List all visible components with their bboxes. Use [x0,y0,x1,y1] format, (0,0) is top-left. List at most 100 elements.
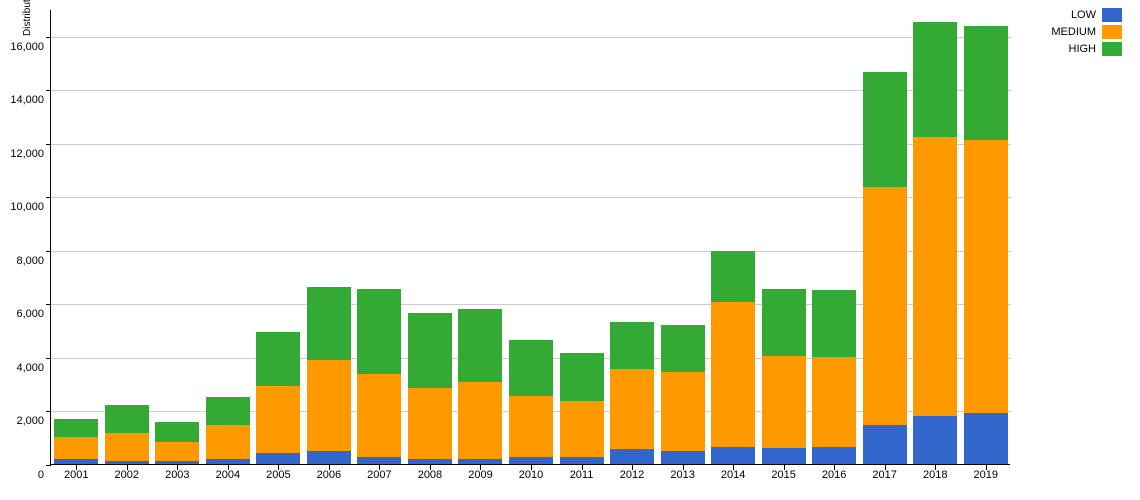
bar-segment-low[interactable] [863,425,907,464]
bar-segment-high[interactable] [408,313,452,388]
y-tick-label: 10,000 [10,201,44,213]
x-tick-label: 2017 [872,469,896,481]
y-tick-mark [46,37,51,38]
bar-segment-low[interactable] [610,449,654,464]
bar-segment-high[interactable] [964,26,1008,140]
bar-segment-high[interactable] [256,332,300,387]
bar-segment-high[interactable] [105,405,149,433]
legend-swatch [1102,8,1122,22]
bar-segment-medium[interactable] [863,187,907,425]
x-tick-label: 2012 [620,469,644,481]
y-tick-mark [46,90,51,91]
bar-segment-medium[interactable] [256,386,300,453]
bar-segment-medium[interactable] [762,356,806,448]
x-tick-label: 2015 [771,469,795,481]
bar-segment-medium[interactable] [408,388,452,459]
bar-segment-medium[interactable] [54,437,98,459]
x-tick-label: 2009 [468,469,492,481]
x-tick-label: 2019 [973,469,997,481]
bar-segment-low[interactable] [913,416,957,464]
legend-label: LOW [1071,9,1096,21]
bar-segment-medium[interactable] [610,369,654,449]
bar-segment-low[interactable] [155,461,199,464]
bar-segment-high[interactable] [812,290,856,357]
bar-segment-high[interactable] [610,322,654,369]
bar-segment-low[interactable] [458,459,502,464]
bar-segment-high[interactable] [661,325,705,372]
x-tick-label: 2018 [923,469,947,481]
y-tick-mark [46,251,51,252]
bar-segment-high[interactable] [54,419,98,438]
bar-segment-medium[interactable] [357,374,401,457]
y-tick-label: 8,000 [16,255,44,267]
legend-item-medium[interactable]: MEDIUM [1051,25,1122,39]
y-tick-label: 2,000 [16,415,44,427]
y-tick-label: 6,000 [16,308,44,320]
bar-segment-high[interactable] [913,22,957,137]
legend-label: MEDIUM [1051,26,1096,38]
x-tick-label: 2014 [721,469,745,481]
bar-segment-medium[interactable] [964,140,1008,413]
bar-segment-medium[interactable] [560,401,604,457]
legend-item-low[interactable]: LOW [1051,8,1122,22]
bar-segment-low[interactable] [560,457,604,464]
x-tick-label: 2007 [367,469,391,481]
y-tick-label: 12,000 [10,148,44,160]
x-tick-label: 2002 [115,469,139,481]
bar-segment-high[interactable] [155,422,199,442]
grid-line [51,37,1011,38]
bar-segment-low[interactable] [661,451,705,464]
bar-segment-medium[interactable] [661,372,705,451]
y-tick-mark [46,358,51,359]
x-tick-label: 2001 [64,469,88,481]
bar-segment-medium[interactable] [105,433,149,461]
bar-segment-low[interactable] [54,459,98,464]
bar-segment-high[interactable] [762,289,806,356]
y-tick-label: 4,000 [16,362,44,374]
bar-segment-low[interactable] [357,457,401,464]
bar-segment-low[interactable] [307,451,351,464]
legend-item-high[interactable]: HIGH [1051,42,1122,56]
bar-segment-medium[interactable] [509,396,553,458]
y-tick-label: 0 [38,469,44,481]
y-tick-mark [46,144,51,145]
bar-segment-medium[interactable] [458,382,502,458]
bar-segment-medium[interactable] [307,360,351,451]
bar-segment-low[interactable] [256,453,300,464]
bar-segment-high[interactable] [357,289,401,375]
bar-segment-high[interactable] [206,397,250,425]
bar-segment-medium[interactable] [206,425,250,458]
legend-swatch [1102,25,1122,39]
bar-segment-high[interactable] [307,287,351,359]
bar-segment-medium[interactable] [155,442,199,461]
x-tick-label: 2003 [165,469,189,481]
bar-segment-low[interactable] [964,413,1008,464]
legend-swatch [1102,42,1122,56]
bar-segment-low[interactable] [509,457,553,464]
bar-segment-high[interactable] [509,340,553,396]
x-tick-label: 2016 [822,469,846,481]
x-tick-label: 2010 [519,469,543,481]
bar-segment-low[interactable] [762,448,806,464]
bar-segment-high[interactable] [711,251,755,302]
x-tick-label: 2013 [670,469,694,481]
bar-segment-medium[interactable] [913,137,957,415]
legend-label: HIGH [1069,43,1097,55]
bar-segment-medium[interactable] [711,302,755,447]
bar-segment-high[interactable] [863,72,907,187]
bar-segment-low[interactable] [408,459,452,464]
legend: LOW MEDIUM HIGH [1051,8,1122,59]
bar-segment-low[interactable] [105,461,149,464]
plot-area: 2001200220032004200520062007200820092010… [50,10,1010,465]
bar-segment-low[interactable] [711,447,755,464]
bar-segment-medium[interactable] [812,357,856,447]
y-tick-mark [46,197,51,198]
bar-segment-low[interactable] [812,447,856,464]
bar-segment-low[interactable] [206,459,250,464]
bar-segment-high[interactable] [458,309,502,383]
y-tick-mark [46,411,51,412]
y-tick-label: 14,000 [10,94,44,106]
x-tick-label: 2006 [317,469,341,481]
bar-segment-high[interactable] [560,353,604,401]
x-tick-label: 2004 [216,469,240,481]
